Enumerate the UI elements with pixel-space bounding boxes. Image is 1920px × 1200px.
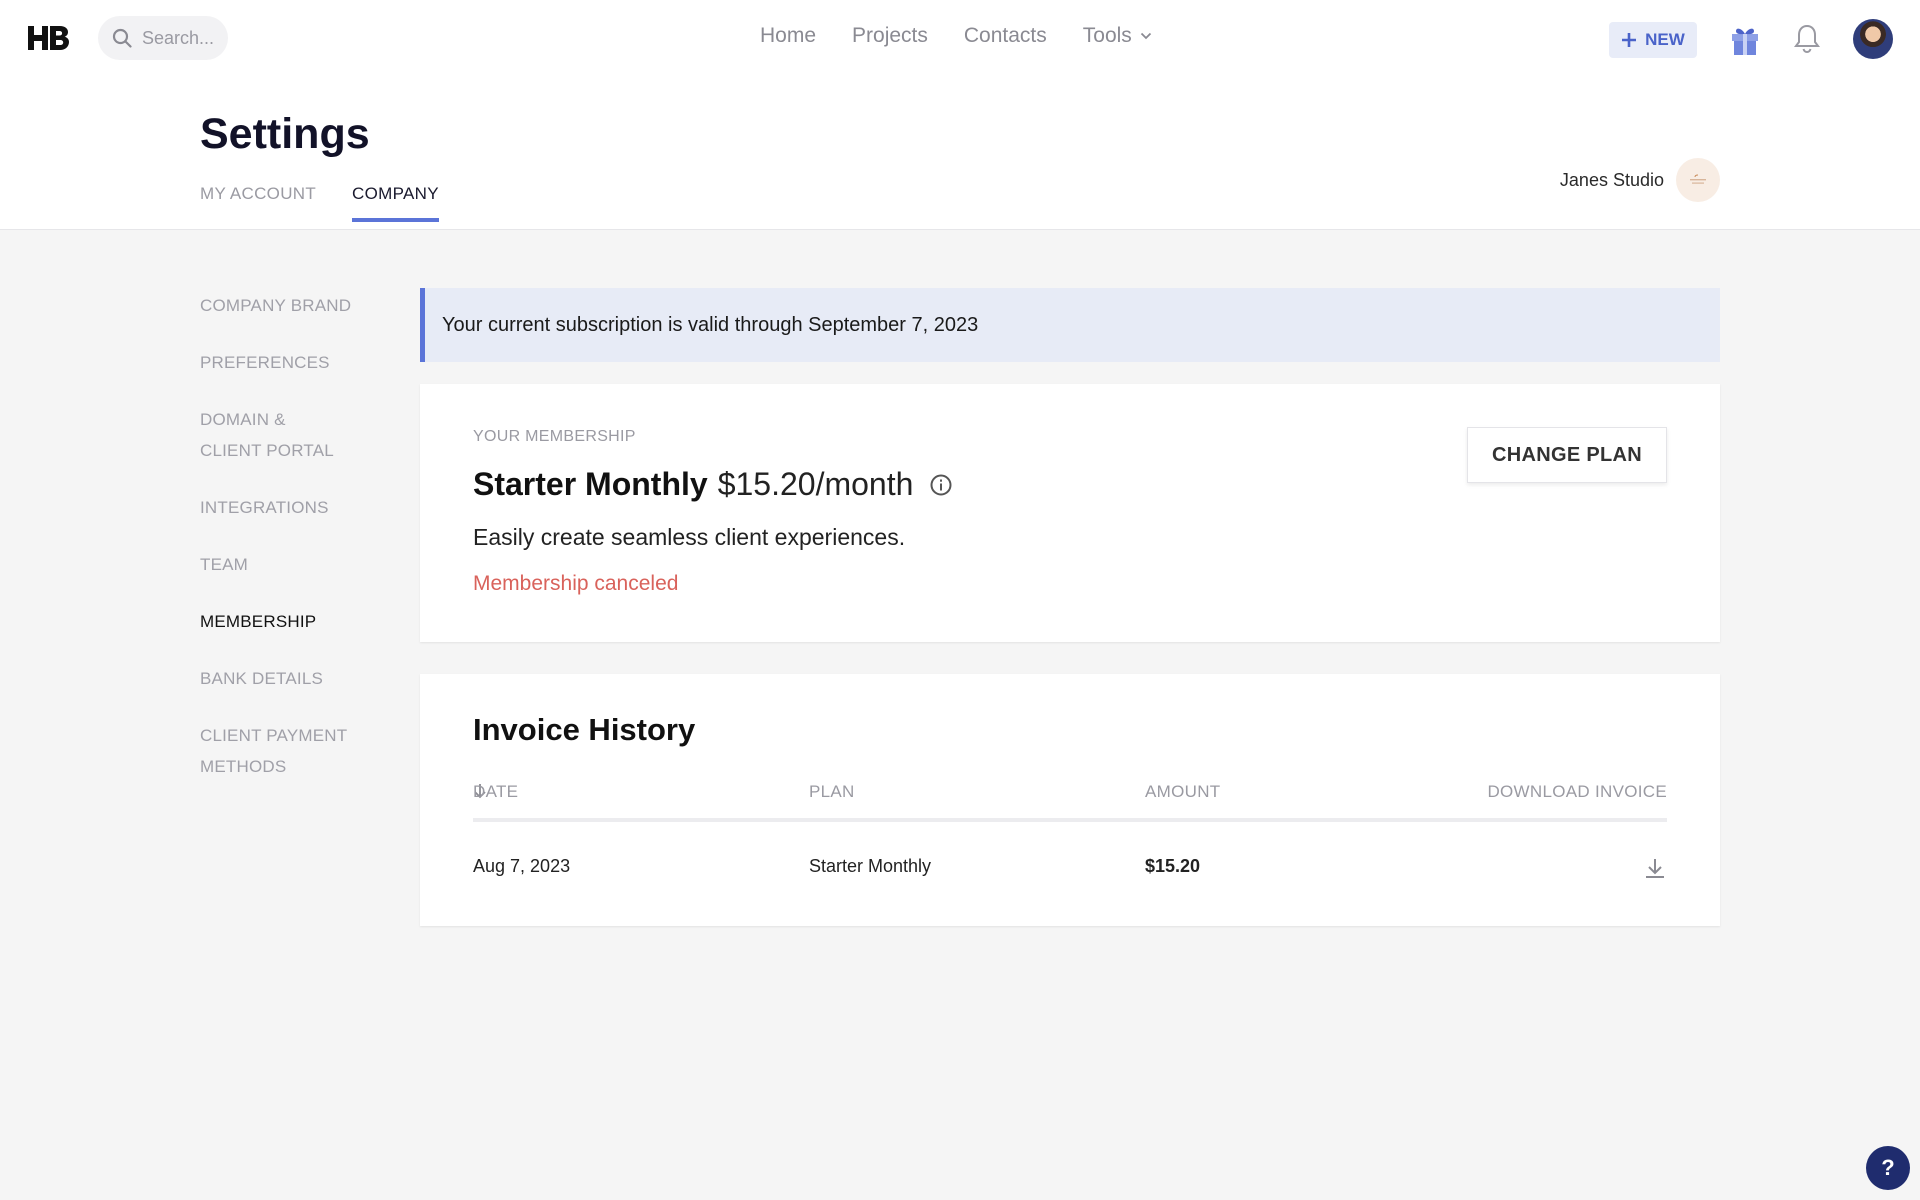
column-download-invoice: DOWNLOAD INVOICE <box>1487 782 1667 801</box>
settings-tabs: MY ACCOUNT COMPANY <box>200 184 439 222</box>
company-logo <box>1676 158 1720 202</box>
company-switcher[interactable]: Janes Studio <box>1560 158 1720 202</box>
membership-plan: Starter Monthly $15.20/month <box>473 466 953 503</box>
membership-card: YOUR MEMBERSHIP Starter Monthly $15.20/m… <box>420 384 1720 642</box>
settings-header: Settings MY ACCOUNT COMPANY Janes Studio <box>0 76 1920 230</box>
membership-status: Membership canceled <box>473 572 679 595</box>
subscription-banner: Your current subscription is valid throu… <box>420 288 1720 362</box>
membership-label: YOUR MEMBERSHIP <box>473 428 636 445</box>
download-invoice-button[interactable] <box>1643 856 1667 885</box>
chevron-down-icon <box>1140 32 1151 40</box>
page-title: Settings <box>200 110 370 158</box>
company-name: Janes Studio <box>1559 169 1664 190</box>
column-date-label: DATE <box>473 782 519 801</box>
top-navigation-bar: Search... Home Projects Contacts Tools N… <box>0 0 1920 76</box>
sidebar-item-client-payment-methods[interactable]: CLIENT PAYMENT METHODS <box>200 720 380 782</box>
new-button-label: NEW <box>1645 30 1685 49</box>
new-button[interactable]: NEW <box>1609 22 1697 58</box>
invoice-history-card: Invoice History DATE PLAN AMOUNT DOWNLOA… <box>420 674 1720 926</box>
main-nav: Home Projects Contacts Tools <box>760 24 1152 48</box>
invoice-history-title: Invoice History <box>473 712 696 747</box>
download-icon <box>1646 859 1664 878</box>
search-box[interactable]: Search... <box>98 16 228 60</box>
column-date[interactable]: DATE <box>473 782 518 801</box>
sidebar-item-integrations[interactable]: INTEGRATIONS <box>200 492 380 523</box>
invoice-amount: $15.20 <box>1145 856 1201 876</box>
subscription-banner-text: Your current subscription is valid throu… <box>442 313 979 336</box>
invoice-table-header: DATE PLAN AMOUNT DOWNLOAD INVOICE <box>473 782 1667 822</box>
sidebar-item-team[interactable]: TEAM <box>200 549 380 580</box>
column-plan: PLAN <box>809 782 855 801</box>
search-placeholder: Search... <box>142 27 215 48</box>
table-row: Aug 7, 2023 Starter Monthly $15.20 <box>473 856 1667 886</box>
plan-name: Starter Monthly <box>473 466 708 502</box>
sidebar-item-company-brand[interactable]: COMPANY BRAND <box>200 290 380 321</box>
gift-icon[interactable] <box>1730 24 1760 56</box>
invoice-plan: Starter Monthly <box>809 856 932 876</box>
info-icon[interactable] <box>929 473 953 497</box>
sidebar-item-domain-client-portal[interactable]: DOMAIN & CLIENT PORTAL <box>200 404 380 466</box>
sidebar-item-membership[interactable]: MEMBERSHIP <box>200 606 380 637</box>
honeybook-logo[interactable] <box>26 24 72 52</box>
nav-tools-label: Tools <box>1082 24 1132 47</box>
plan-price: $15.20/month <box>717 466 914 502</box>
nav-home[interactable]: Home <box>760 24 816 48</box>
settings-sidebar: COMPANY BRAND PREFERENCES DOMAIN & CLIEN… <box>200 290 380 808</box>
invoice-date: Aug 7, 2023 <box>473 856 571 876</box>
column-amount: AMOUNT <box>1145 782 1221 801</box>
help-button[interactable]: ? <box>1866 1146 1910 1190</box>
plus-icon <box>1622 33 1637 47</box>
search-icon <box>112 28 132 48</box>
nav-tools[interactable]: Tools <box>1083 24 1152 48</box>
sidebar-item-bank-details[interactable]: BANK DETAILS <box>200 663 380 694</box>
plan-description: Easily create seamless client experience… <box>473 524 906 550</box>
nav-projects[interactable]: Projects <box>852 24 928 48</box>
change-plan-button[interactable]: CHANGE PLAN <box>1467 427 1667 483</box>
bell-icon[interactable] <box>1793 23 1821 55</box>
user-avatar[interactable] <box>1853 19 1893 59</box>
nav-contacts[interactable]: Contacts <box>964 24 1047 48</box>
tab-company[interactable]: COMPANY <box>352 184 439 222</box>
tab-my-account[interactable]: MY ACCOUNT <box>200 184 316 222</box>
sidebar-item-preferences[interactable]: PREFERENCES <box>200 347 380 378</box>
